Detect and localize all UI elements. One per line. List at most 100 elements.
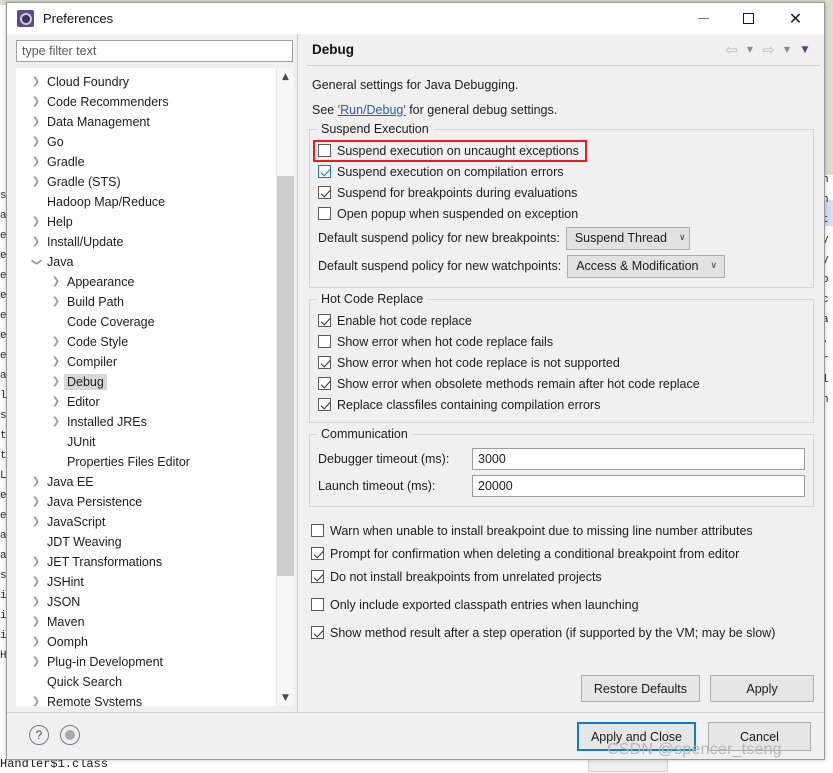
chevron-right-icon[interactable]: ❯ [28,157,44,167]
suspend-checkbox-1[interactable]: Suspend execution on compilation errors [318,161,805,182]
chevron-right-icon[interactable]: ❯ [28,477,44,487]
tree-item-code-coverage[interactable]: Code Coverage [16,312,274,332]
misc-checkbox-2[interactable]: Do not install breakpoints from unrelate… [311,565,814,588]
chevron-right-icon[interactable]: ❯ [28,597,44,607]
forward-history-chevron-down-icon[interactable]: ▼ [780,40,794,59]
tree-item-appearance[interactable]: ❯ Appearance [16,272,274,292]
tree-item-jet-transformations[interactable]: ❯ JET Transformations [16,552,274,572]
tree-item-properties-files-editor[interactable]: Properties Files Editor [16,452,274,472]
tree-item-java-ee[interactable]: ❯ Java EE [16,472,274,492]
checkbox-icon[interactable] [318,165,331,178]
misc-checkbox-1[interactable]: Prompt for confirmation when deleting a … [311,542,814,565]
suspend-checkbox-3[interactable]: Open popup when suspended on exception [318,203,805,224]
checkbox-icon[interactable] [311,626,324,639]
checkbox-icon[interactable] [318,356,331,369]
chevron-right-icon[interactable]: ❯ [28,217,44,227]
hotcode-checkbox-0[interactable]: Enable hot code replace [318,310,805,331]
filter-input[interactable] [16,40,293,62]
checkbox-icon[interactable] [311,524,324,537]
tree-item-code-style[interactable]: ❯ Code Style [16,332,274,352]
question-mark-icon[interactable]: ? [29,725,49,745]
scroll-down-arrow-icon[interactable]: ▼ [277,689,294,706]
chevron-down-icon[interactable]: ❯ [31,254,42,270]
tree-item-go[interactable]: ❯ Go [16,132,274,152]
chevron-right-icon[interactable]: ❯ [28,617,44,627]
chevron-right-icon[interactable]: ❯ [28,117,44,127]
tree-item-maven[interactable]: ❯ Maven [16,612,274,632]
tree-item-json[interactable]: ❯ JSON [16,592,274,612]
tree-item-javascript[interactable]: ❯ JavaScript [16,512,274,532]
tree-item-oomph[interactable]: ❯ Oomph [16,632,274,652]
tree-item-installed-jres[interactable]: ❯ Installed JREs [16,412,274,432]
checkbox-icon[interactable] [318,314,331,327]
minimize-button[interactable] [681,3,726,34]
chevron-right-icon[interactable]: ❯ [28,557,44,567]
chevron-right-icon[interactable]: ❯ [48,337,64,347]
tree-scrollbar[interactable]: ▲ ▼ [276,68,294,706]
tree-item-remote-systems[interactable]: ❯ Remote Systems [16,692,274,706]
record-circle-icon[interactable] [60,725,80,745]
suspend-checkbox-0[interactable]: Suspend execution on uncaught exceptions [313,139,805,162]
misc-checkbox-0[interactable]: Warn when unable to install breakpoint d… [311,519,814,542]
page-menu-chevron-down-icon[interactable]: ▼ [796,40,814,59]
checkbox-icon[interactable] [318,335,331,348]
checkbox-icon[interactable] [318,377,331,390]
arrow-left-icon[interactable]: ⇦ [722,40,741,59]
tree-item-editor[interactable]: ❯ Editor [16,392,274,412]
tree-item-java[interactable]: ❯ Java [16,252,274,272]
tree-item-plug-in-development[interactable]: ❯ Plug-in Development [16,652,274,672]
chevron-right-icon[interactable]: ❯ [28,177,44,187]
checkbox-icon[interactable] [311,570,324,583]
tree-item-cloud-foundry[interactable]: ❯ Cloud Foundry [16,72,274,92]
run-debug-link[interactable]: 'Run/Debug' [338,103,406,117]
suspend-policy-dropdown-1[interactable]: Access & Modification ∨ [567,254,726,278]
chevron-right-icon[interactable]: ❯ [48,357,64,367]
hotcode-checkbox-1[interactable]: Show error when hot code replace fails [318,331,805,352]
tree-item-jdt-weaving[interactable]: JDT Weaving [16,532,274,552]
scroll-up-arrow-icon[interactable]: ▲ [277,68,294,85]
close-button[interactable]: ✕ [773,3,818,34]
chevron-right-icon[interactable]: ❯ [28,517,44,527]
chevron-right-icon[interactable]: ❯ [48,377,64,387]
chevron-right-icon[interactable]: ❯ [28,697,44,707]
tree-item-build-path[interactable]: ❯ Build Path [16,292,274,312]
chevron-right-icon[interactable]: ❯ [28,77,44,87]
misc-checkbox-4[interactable]: Show method result after a step operatio… [311,621,814,644]
tree-item-hadoop-map-reduce[interactable]: Hadoop Map/Reduce [16,192,274,212]
tree-item-jshint[interactable]: ❯ JSHint [16,572,274,592]
debugger-timeout-input[interactable] [472,447,805,470]
chevron-right-icon[interactable]: ❯ [28,497,44,507]
chevron-right-icon[interactable]: ❯ [48,277,64,287]
checkbox-icon[interactable] [318,186,331,199]
maximize-button[interactable] [726,3,771,34]
chevron-right-icon[interactable]: ❯ [28,237,44,247]
checkbox-icon[interactable] [318,144,331,157]
hotcode-checkbox-3[interactable]: Show error when obsolete methods remain … [318,373,805,394]
chevron-right-icon[interactable]: ❯ [48,397,64,407]
suspend-policy-dropdown-0[interactable]: Suspend Thread ∨ [565,226,690,250]
tree-item-gradle-sts[interactable]: ❯ Gradle (STS) [16,172,274,192]
chevron-right-icon[interactable]: ❯ [28,577,44,587]
tree-item-compiler[interactable]: ❯ Compiler [16,352,274,372]
tree-item-code-recommenders[interactable]: ❯ Code Recommenders [16,92,274,112]
checkbox-icon[interactable] [311,598,324,611]
chevron-right-icon[interactable]: ❯ [28,657,44,667]
restore-defaults-button[interactable]: Restore Defaults [580,675,700,702]
chevron-right-icon[interactable]: ❯ [28,637,44,647]
checkbox-icon[interactable] [318,398,331,411]
preferences-tree[interactable]: ❯ Cloud Foundry ❯ Code Recommenders ❯ Data Ma… [16,68,293,706]
chevron-right-icon[interactable]: ❯ [28,137,44,147]
hotcode-checkbox-2[interactable]: Show error when hot code replace is not … [318,352,805,373]
back-history-chevron-down-icon[interactable]: ▼ [743,40,757,59]
tree-item-java-persistence[interactable]: ❯ Java Persistence [16,492,274,512]
scrollbar-thumb[interactable] [277,176,294,576]
chevron-right-icon[interactable]: ❯ [48,297,64,307]
tree-item-data-management[interactable]: ❯ Data Management [16,112,274,132]
checkbox-icon[interactable] [311,547,324,560]
tree-item-gradle[interactable]: ❯ Gradle [16,152,274,172]
apply-button[interactable]: Apply [710,675,814,702]
tree-item-junit[interactable]: JUnit [16,432,274,452]
chevron-right-icon[interactable]: ❯ [28,97,44,107]
hotcode-checkbox-4[interactable]: Replace classfiles containing compilatio… [318,394,805,415]
misc-checkbox-3[interactable]: Only include exported classpath entries … [311,593,814,616]
